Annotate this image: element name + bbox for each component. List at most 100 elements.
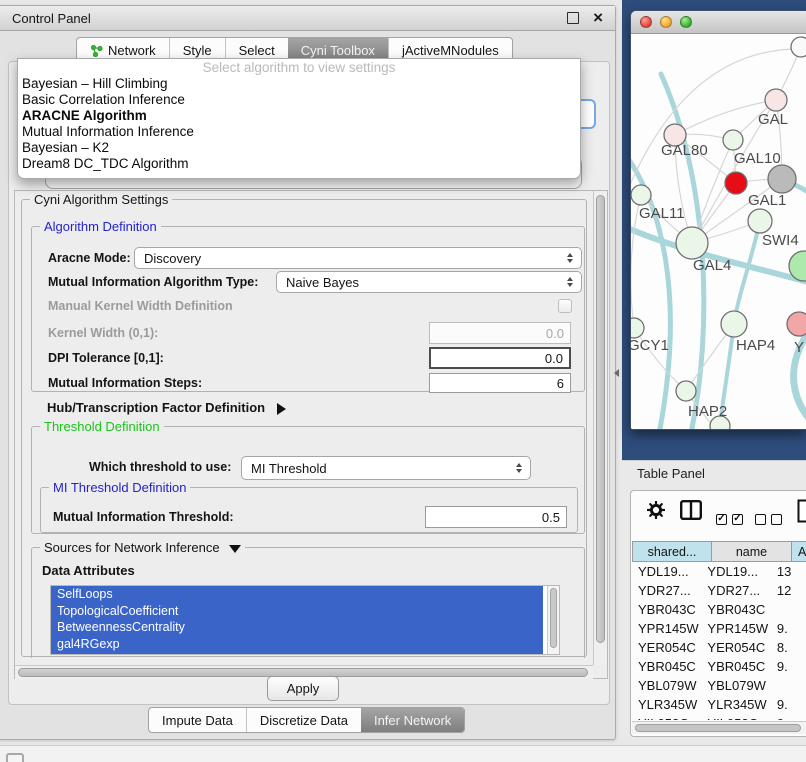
network-window-titlebar — [631, 11, 806, 34]
aracne-mode-label: Aracne Mode: — [48, 251, 131, 265]
node-label: SWI4 — [762, 232, 799, 249]
dropdown-item[interactable]: Bayesian – Hill Climbing — [18, 76, 580, 92]
list-item[interactable]: TopologicalCoefficient — [51, 603, 543, 620]
node[interactable] — [791, 37, 806, 57]
close-window-icon[interactable]: × — [593, 13, 603, 23]
settings-scroll-area: Cyni Algorithm Settings Algorithm Defini… — [14, 190, 608, 679]
sources-group: Sources for Network Inference Data Attri… — [31, 547, 585, 658]
list-scrollbar[interactable] — [547, 586, 559, 654]
zoom-traffic-light-icon[interactable] — [680, 16, 692, 28]
which-threshold-combo[interactable]: MI Threshold — [241, 456, 531, 480]
node-label: GAL — [758, 111, 788, 128]
mi-steps-field[interactable]: 6 — [429, 373, 571, 393]
control-panel-title: Control Panel — [12, 11, 91, 26]
node-gray[interactable] — [768, 165, 796, 193]
table-row[interactable]: YPR145WYPR145W9. — [632, 619, 806, 638]
dropdown-item[interactable]: Basic Correlation Inference — [18, 92, 580, 108]
expand-right-icon — [277, 403, 286, 415]
node-label: GAL10 — [734, 150, 781, 167]
apply-button[interactable]: Apply — [267, 676, 339, 701]
hub-tf-definition-toggle[interactable]: Hub/Transcription Factor Definition — [47, 400, 286, 415]
settings-vertical-scrollbar[interactable] — [593, 191, 607, 665]
node-salmon[interactable] — [787, 312, 806, 336]
table-horizontal-scrollbar[interactable] — [632, 721, 806, 734]
table-row[interactable]: YBR043CYBR043C — [632, 600, 806, 619]
node-gal11[interactable] — [631, 185, 651, 205]
node-label: HAP2 — [688, 403, 727, 420]
node-label: GAL11 — [639, 205, 685, 222]
mi-type-combo[interactable]: Naive Bayes — [276, 271, 582, 293]
table-row[interactable]: YLR345WYLR345W9. — [632, 695, 806, 714]
dropdown-item[interactable]: Bayesian – K2 — [18, 140, 580, 156]
cyni-algorithm-settings-title: Cyni Algorithm Settings — [30, 192, 172, 207]
node-gcy1[interactable] — [631, 318, 644, 338]
node-gal1-selected[interactable] — [725, 172, 747, 194]
panel-divider-handle[interactable] — [614, 369, 619, 377]
node-hap4[interactable] — [721, 311, 747, 337]
table-body[interactable]: YDL19...YDL19...13 YDR27...YDR27...12 YB… — [632, 562, 806, 720]
minimized-panel-icon[interactable] — [6, 753, 24, 762]
node-label: GCY1 — [631, 337, 669, 354]
tab-impute-data[interactable]: Impute Data — [149, 708, 246, 732]
column-header-clipped[interactable]: A — [792, 541, 806, 562]
sources-title[interactable]: Sources for Network Inference — [40, 540, 245, 555]
network-icon — [90, 44, 103, 57]
node-gal-cut[interactable] — [765, 89, 787, 111]
tab-infer-network[interactable]: Infer Network — [361, 708, 464, 732]
float-window-icon[interactable] — [567, 12, 579, 24]
close-traffic-light-icon[interactable] — [640, 16, 652, 28]
cyni-algorithm-settings-group: Cyni Algorithm Settings Algorithm Defini… — [21, 199, 587, 657]
minimize-traffic-light-icon[interactable] — [660, 16, 672, 28]
list-item[interactable]: SelfLoops — [51, 586, 543, 603]
tab-discretize-data[interactable]: Discretize Data — [246, 708, 361, 732]
list-item[interactable]: gal4RGexp — [51, 636, 543, 653]
table-row[interactable]: YBL079WYBL079W — [632, 676, 806, 695]
dropdown-item[interactable]: Mutual Information Inference — [18, 124, 580, 140]
data-attributes-list[interactable]: SelfLoops TopologicalCoefficient Between… — [50, 585, 560, 655]
table-row[interactable]: YER054CYER054C8. — [632, 638, 806, 657]
network-canvas[interactable]: GAL GAL80 GAL10 GAL1 GAL11 SWI4 GAL4 GCY… — [631, 34, 806, 430]
dropdown-item[interactable]: Dream8 DC_TDC Algorithm — [18, 156, 580, 172]
control-panel-window: Control Panel × Network Style Select Cyn… — [0, 5, 616, 740]
table-row[interactable]: YBR045CYBR045C9. — [632, 657, 806, 676]
column-header-name[interactable]: name — [712, 541, 792, 562]
document-icon[interactable] — [797, 499, 806, 523]
mi-threshold-field[interactable]: 0.5 — [425, 506, 567, 528]
list-item — [51, 652, 543, 655]
node-gal4[interactable] — [676, 227, 708, 259]
manual-kernel-width-checkbox[interactable] — [558, 299, 572, 313]
column-header-shared-name[interactable]: shared... — [632, 541, 712, 562]
mi-steps-label: Mutual Information Steps: — [48, 376, 202, 390]
combo-spinner-icon — [516, 463, 522, 473]
network-graph: GAL GAL80 GAL10 GAL1 GAL11 SWI4 GAL4 GCY… — [631, 34, 806, 430]
node-label: GAL4 — [693, 257, 731, 274]
select-all-columns-icon[interactable]: ✓✓ — [716, 514, 743, 525]
algorithm-definition-title: Algorithm Definition — [40, 219, 161, 234]
table-panel-window: ✓✓ shared... name A YDL19...YDL19...13 Y… — [630, 490, 806, 737]
list-item[interactable]: BetweennessCentrality — [51, 619, 543, 636]
mi-threshold-label: Mutual Information Threshold: — [53, 510, 234, 524]
which-threshold-label: Which threshold to use: — [89, 460, 231, 474]
manual-kernel-width-label: Manual Kernel Width Definition — [48, 299, 233, 313]
node-gal10[interactable] — [723, 130, 743, 150]
bottom-strip — [0, 745, 806, 762]
deselect-all-columns-icon[interactable] — [755, 514, 782, 525]
split-columns-icon[interactable] — [680, 500, 702, 520]
dropdown-placeholder: Select algorithm to view settings — [18, 59, 580, 76]
aracne-mode-combo[interactable]: Discovery — [134, 247, 582, 269]
algorithm-definition-group: Algorithm Definition Aracne Mode: Discov… — [31, 226, 585, 392]
table-settings-gear-icon[interactable] — [647, 501, 665, 519]
table-panel-title: Table Panel — [637, 466, 705, 481]
node-label: GAL1 — [748, 192, 786, 209]
table-header-row: shared... name A — [632, 541, 806, 562]
table-row[interactable]: YDL19...YDL19...13 — [632, 562, 806, 581]
node-swi4[interactable] — [748, 209, 772, 233]
collapse-down-icon — [229, 545, 241, 553]
node-hap2[interactable] — [676, 381, 696, 401]
table-row[interactable]: YDR27...YDR27...12 — [632, 581, 806, 600]
node-label: Y — [794, 339, 804, 356]
dpi-tolerance-field[interactable]: 0.0 — [429, 347, 571, 369]
mi-type-label: Mutual Information Algorithm Type: — [48, 275, 258, 289]
table-row[interactable]: YIL052CYIL052C9 — [632, 714, 806, 720]
dropdown-item-highlighted[interactable]: ARACNE Algorithm — [18, 108, 580, 124]
